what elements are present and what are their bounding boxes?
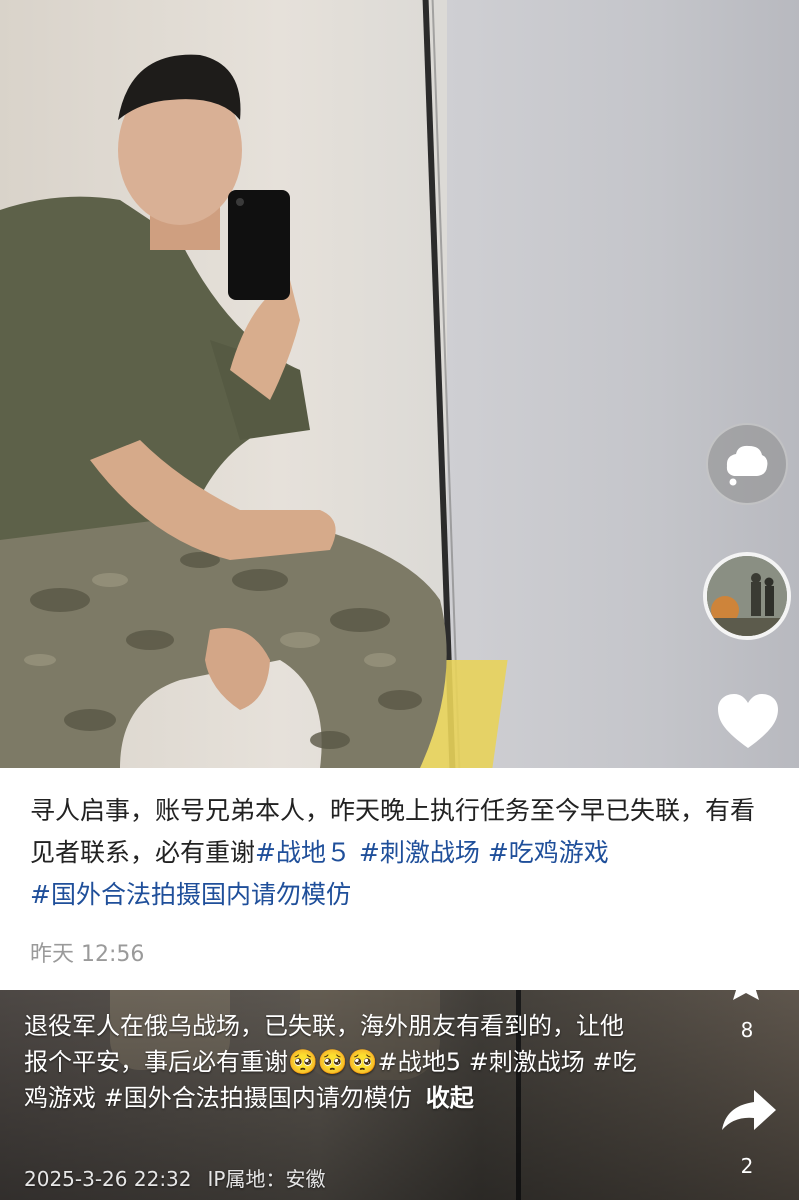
- share-arrow-icon: [722, 1090, 776, 1130]
- ip-location: IP属地：安徽: [207, 1167, 326, 1191]
- wall-background: [447, 0, 799, 768]
- video-frame-top[interactable]: [0, 0, 799, 768]
- favorite-count: 8: [740, 1018, 754, 1042]
- comment-button[interactable]: [706, 423, 788, 505]
- favorite-button[interactable]: [724, 988, 768, 1002]
- collapse-button[interactable]: 收起: [426, 1084, 474, 1112]
- pleading-emoji: 🥺: [347, 1048, 378, 1076]
- comment-bubble-icon: [726, 445, 768, 486]
- soldiers-thumbnail: [707, 556, 787, 636]
- music-disc-icon[interactable]: [703, 552, 791, 640]
- person-figure: [0, 54, 447, 768]
- bottom-caption: 退役军人在俄乌战场，已失联，海外朋友有看到的，让他报个平安，事后必有重谢🥺🥺🥺#…: [24, 1008, 644, 1116]
- caption-text: 寻人启事，账号兄弟本人，昨天晚上执行任务至今早已失联，有看见者联系，必有重谢#战…: [30, 790, 769, 916]
- hashtag-link[interactable]: #国外合法拍摄国内请勿模仿: [104, 1084, 412, 1112]
- hashtag-link[interactable]: #战地５: [255, 838, 351, 867]
- post-meta: 2025-3-26 22:32 IP属地：安徽: [24, 1163, 325, 1192]
- hashtag-link[interactable]: #刺激战场: [469, 1048, 585, 1076]
- star-icon: [733, 988, 759, 1000]
- post-timestamp: 昨天 12:56: [30, 942, 145, 967]
- heart-icon: [718, 694, 778, 748]
- hashtag-link[interactable]: #刺激战场: [359, 838, 480, 867]
- share-button[interactable]: [720, 1088, 778, 1134]
- pleading-emoji: 🥺: [288, 1048, 318, 1076]
- pleading-emoji: 🥺: [317, 1048, 348, 1076]
- post-date: 2025-3-26 22:32: [24, 1167, 192, 1191]
- share-count: 2: [740, 1154, 754, 1178]
- hashtag-link[interactable]: #战地5: [378, 1048, 461, 1076]
- hashtag-link[interactable]: #吃鸡游戏: [488, 838, 609, 867]
- hashtag-link[interactable]: #国外合法拍摄国内请勿模仿: [30, 880, 351, 909]
- caption-card: 寻人启事，账号兄弟本人，昨天晚上执行任务至今早已失联，有看见者联系，必有重谢#战…: [0, 768, 799, 990]
- like-button[interactable]: [714, 690, 782, 752]
